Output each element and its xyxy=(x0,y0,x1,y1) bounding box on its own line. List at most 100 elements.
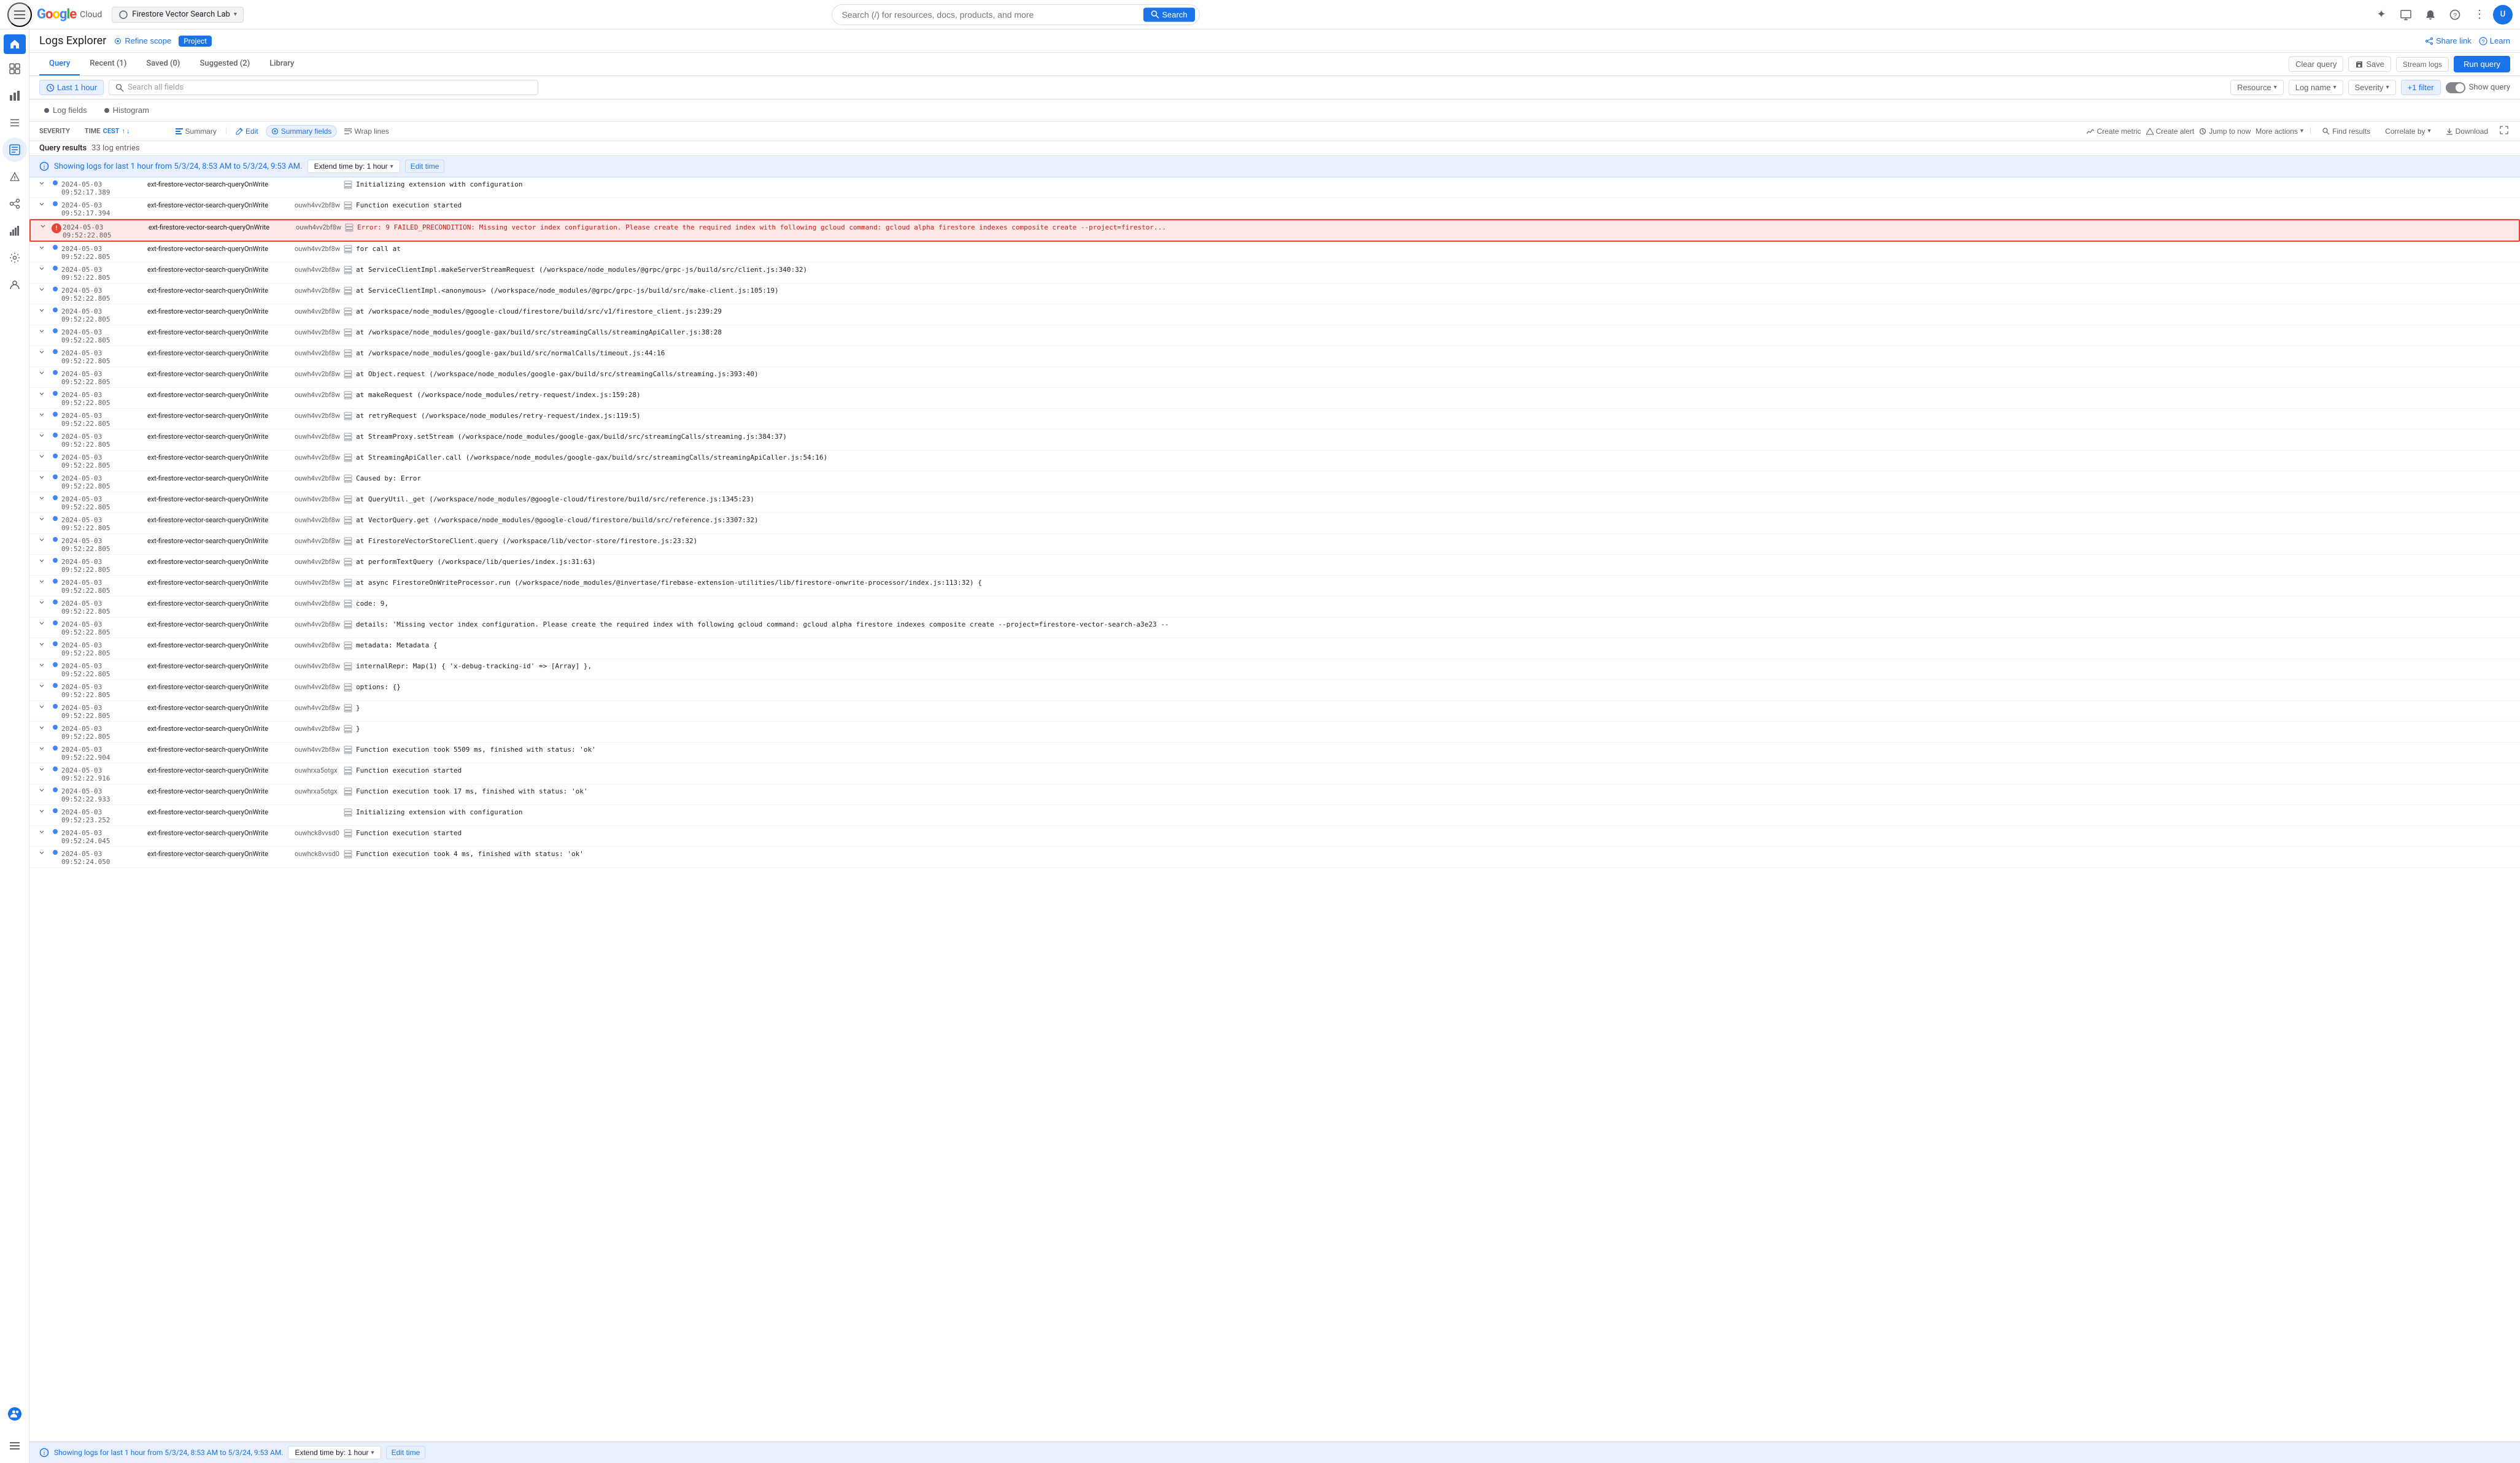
tab-library[interactable]: Library xyxy=(260,53,304,75)
log-entry[interactable]: 2024-05-03 09:52:22.805ext-firestore-vec… xyxy=(29,388,2520,409)
more-options-icon-button[interactable]: ⋮ xyxy=(2468,4,2491,26)
log-entry[interactable]: !2024-05-03 09:52:22.805ext-firestore-ve… xyxy=(29,219,2520,242)
expand-row-icon[interactable] xyxy=(39,243,49,252)
expand-row-icon[interactable] xyxy=(39,493,49,503)
project-selector[interactable]: Firestore Vector Search Lab ▾ xyxy=(112,7,244,23)
expand-row-icon[interactable] xyxy=(41,222,50,231)
monitor-icon-button[interactable] xyxy=(2395,4,2417,26)
log-entry[interactable]: 2024-05-03 09:52:22.805ext-firestore-vec… xyxy=(29,722,2520,743)
refine-scope-button[interactable]: Refine scope xyxy=(114,36,171,45)
extend-time-button[interactable]: Extend time by: 1 hour ▾ xyxy=(307,160,400,173)
help-icon-button[interactable]: ? xyxy=(2444,4,2466,26)
expand-row-icon[interactable] xyxy=(39,806,49,816)
log-entry[interactable]: 2024-05-03 09:52:17.394ext-firestore-vec… xyxy=(29,198,2520,219)
tab-suggested[interactable]: Suggested (2) xyxy=(190,53,260,75)
expand-row-icon[interactable] xyxy=(39,410,49,419)
expand-row-icon[interactable] xyxy=(39,306,49,315)
expand-row-icon[interactable] xyxy=(39,535,49,544)
tab-recent[interactable]: Recent (1) xyxy=(80,53,136,75)
expand-row-icon[interactable] xyxy=(39,786,49,795)
find-results-button[interactable]: Find results xyxy=(2317,125,2375,137)
log-entry[interactable]: 2024-05-03 09:52:22.805ext-firestore-vec… xyxy=(29,659,2520,680)
stream-logs-button[interactable]: Stream logs xyxy=(2396,57,2449,72)
expand-row-icon[interactable] xyxy=(39,431,49,440)
learn-button[interactable]: ? Learn xyxy=(2479,36,2510,45)
expand-row-icon[interactable] xyxy=(39,765,49,774)
log-entry[interactable]: 2024-05-03 09:52:22.933ext-firestore-vec… xyxy=(29,784,2520,805)
expand-row-icon[interactable] xyxy=(39,199,49,209)
expand-row-icon[interactable] xyxy=(39,660,49,670)
extend-time-button-bottom[interactable]: Extend time by: 1 hour ▾ xyxy=(288,1446,381,1459)
log-entry[interactable]: 2024-05-03 09:52:22.805ext-firestore-vec… xyxy=(29,242,2520,263)
sidebar-item-menu[interactable] xyxy=(2,1434,27,1458)
severity-column-header[interactable]: Severity xyxy=(39,127,70,135)
jump-to-now-button[interactable]: Jump to now xyxy=(2199,127,2251,136)
correlate-by-button[interactable]: Correlate by ▾ xyxy=(2380,125,2435,137)
expand-row-icon[interactable] xyxy=(39,368,49,377)
sparkle-icon-button[interactable]: ✦ xyxy=(2370,4,2392,26)
time-range-button[interactable]: Last 1 hour xyxy=(39,80,104,95)
log-entry[interactable]: 2024-05-03 09:52:22.805ext-firestore-vec… xyxy=(29,513,2520,534)
severity-filter-button[interactable]: Severity ▾ xyxy=(2348,80,2396,95)
clear-query-button[interactable]: Clear query xyxy=(2289,56,2343,72)
expand-row-icon[interactable] xyxy=(39,347,49,357)
expand-row-icon[interactable] xyxy=(39,473,49,482)
sidebar-item-user[interactable] xyxy=(2,272,27,297)
tab-saved[interactable]: Saved (0) xyxy=(136,53,190,75)
expand-row-icon[interactable] xyxy=(39,577,49,586)
expand-row-icon[interactable] xyxy=(39,452,49,461)
log-entry[interactable]: 2024-05-03 09:52:22.805ext-firestore-vec… xyxy=(29,304,2520,325)
sidebar-item-dashboard[interactable] xyxy=(2,56,27,81)
log-entry[interactable]: 2024-05-03 09:52:24.050ext-firestore-vec… xyxy=(29,847,2520,868)
sidebar-item-charts[interactable] xyxy=(2,83,27,108)
download-button[interactable]: Download xyxy=(2441,125,2493,137)
expand-row-icon[interactable] xyxy=(39,744,49,753)
sidebar-item-settings[interactable] xyxy=(2,245,27,270)
log-entry[interactable]: 2024-05-03 09:52:22.805ext-firestore-vec… xyxy=(29,534,2520,555)
sidebar-item-logs[interactable] xyxy=(2,137,27,162)
log-entry[interactable]: 2024-05-03 09:52:22.805ext-firestore-vec… xyxy=(29,346,2520,367)
expand-row-icon[interactable] xyxy=(39,264,49,273)
log-entry[interactable]: 2024-05-03 09:52:22.805ext-firestore-vec… xyxy=(29,701,2520,722)
notifications-icon-button[interactable] xyxy=(2419,4,2441,26)
log-entry[interactable]: 2024-05-03 09:52:22.805ext-firestore-vec… xyxy=(29,430,2520,450)
log-entry[interactable]: 2024-05-03 09:52:22.805ext-firestore-vec… xyxy=(29,325,2520,346)
global-search-button[interactable]: Search xyxy=(1143,7,1194,21)
log-entry[interactable]: 2024-05-03 09:52:23.252ext-firestore-vec… xyxy=(29,805,2520,826)
expand-row-icon[interactable] xyxy=(39,389,49,398)
time-column-header[interactable]: Time CEST ↑ ↓ xyxy=(85,127,130,135)
tab-query[interactable]: Query xyxy=(39,53,80,75)
summary-button[interactable]: Summary xyxy=(172,125,220,137)
log-fields-button[interactable]: Log fields xyxy=(39,103,92,117)
sort-up-arrow[interactable]: ↑ xyxy=(122,127,126,135)
hamburger-button[interactable] xyxy=(7,2,32,27)
expand-row-icon[interactable] xyxy=(39,179,49,188)
expand-row-icon[interactable] xyxy=(39,326,49,336)
log-entry[interactable]: 2024-05-03 09:52:22.916ext-firestore-vec… xyxy=(29,763,2520,784)
expand-row-icon[interactable] xyxy=(39,848,49,857)
sort-down-arrow[interactable]: ↓ xyxy=(126,127,130,135)
log-entry[interactable]: 2024-05-03 09:52:22.805ext-firestore-vec… xyxy=(29,450,2520,471)
sidebar-item-traces[interactable] xyxy=(2,191,27,216)
more-actions-button[interactable]: More actions ▾ xyxy=(2255,127,2303,136)
edit-time-button-top[interactable]: Edit time xyxy=(405,160,445,173)
edit-time-button-bottom[interactable]: Edit time xyxy=(386,1446,426,1459)
resource-filter-button[interactable]: Resource ▾ xyxy=(2230,80,2284,95)
wrap-lines-button[interactable]: Wrap lines xyxy=(341,125,392,137)
log-entry[interactable]: 2024-05-03 09:52:22.805ext-firestore-vec… xyxy=(29,471,2520,492)
log-name-filter-button[interactable]: Log name ▾ xyxy=(2289,80,2343,95)
log-entry[interactable]: 2024-05-03 09:52:22.805ext-firestore-vec… xyxy=(29,680,2520,701)
expand-row-icon[interactable] xyxy=(39,639,49,649)
expand-row-icon[interactable] xyxy=(39,556,49,565)
log-entry[interactable]: 2024-05-03 09:52:17.389ext-firestore-vec… xyxy=(29,177,2520,198)
sidebar-item-profiler[interactable] xyxy=(2,218,27,243)
log-entry[interactable]: 2024-05-03 09:52:22.805ext-firestore-vec… xyxy=(29,284,2520,304)
create-metric-button[interactable]: Create metric xyxy=(2087,127,2141,136)
log-entry[interactable]: 2024-05-03 09:52:22.805ext-firestore-vec… xyxy=(29,617,2520,638)
histogram-button[interactable]: Histogram xyxy=(99,103,154,117)
create-alert-button[interactable]: Create alert xyxy=(2146,127,2195,136)
show-query-toggle[interactable]: Show query xyxy=(2446,82,2510,93)
log-entry[interactable]: 2024-05-03 09:52:22.805ext-firestore-vec… xyxy=(29,576,2520,596)
expand-row-icon[interactable] xyxy=(39,681,49,690)
log-entry[interactable]: 2024-05-03 09:52:22.805ext-firestore-vec… xyxy=(29,492,2520,513)
